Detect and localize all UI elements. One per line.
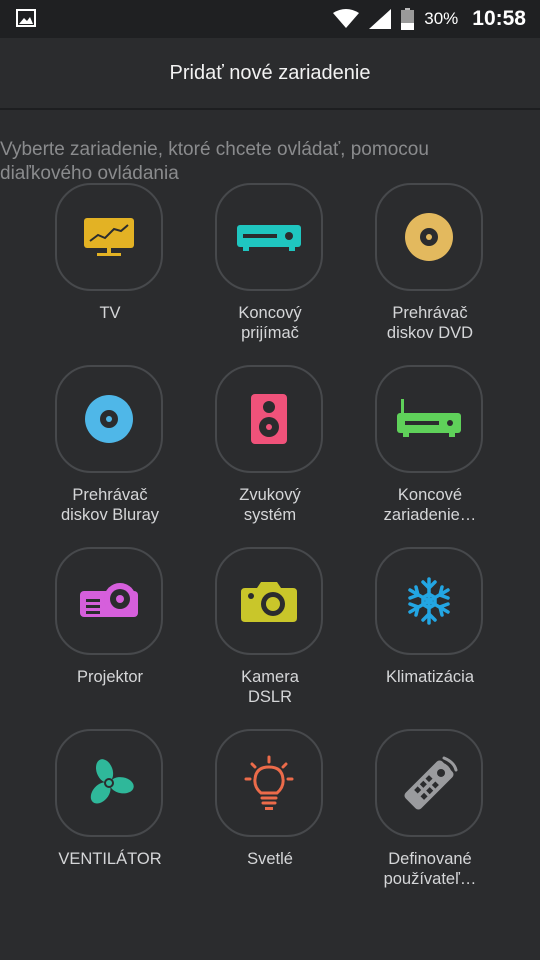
wifi-icon	[333, 9, 360, 29]
battery-percent: 30%	[424, 9, 459, 28]
projector-icon	[80, 581, 138, 621]
device-label: Koncový prijímač	[238, 304, 302, 342]
device-label: Definované používateľ…	[383, 850, 477, 888]
clock: 10:58	[472, 7, 526, 30]
device-button-bluray[interactable]	[55, 365, 163, 473]
status-bar: 30% 10:58	[0, 0, 540, 38]
set-top-box-icon	[237, 221, 301, 253]
app-bar: Pridať nové zariadenie	[0, 38, 540, 110]
device-button-terminal[interactable]	[375, 365, 483, 473]
signal-icon	[369, 9, 392, 29]
device-label: Svetlé	[247, 850, 293, 868]
device-label: Prehrávač diskov Bluray	[60, 486, 160, 524]
device-button-user-defined[interactable]	[375, 729, 483, 837]
device-label: Zvukový systém	[239, 486, 301, 524]
device-label: Klimatizácia	[385, 668, 475, 686]
device-button-set-top-box[interactable]	[215, 183, 323, 291]
device-button-dvd[interactable]	[375, 183, 483, 291]
device-label: VENTILÁTOR	[58, 850, 162, 868]
snowflake-icon	[405, 577, 453, 625]
image-icon	[16, 9, 36, 27]
page-title: Pridať nové zariadenie	[169, 62, 371, 84]
battery-icon	[401, 8, 415, 30]
device-label: TV	[99, 304, 121, 322]
device-button-camera[interactable]	[215, 547, 323, 655]
camera-icon	[241, 580, 297, 622]
device-label: Kamera DSLR	[241, 668, 299, 706]
tv-icon	[83, 217, 135, 257]
device-button-air-conditioning[interactable]	[375, 547, 483, 655]
device-label: Projektor	[76, 668, 144, 686]
speaker-icon	[251, 394, 287, 444]
device-label: Koncové zariadenie…	[383, 486, 477, 524]
light-bulb-icon	[244, 755, 294, 811]
device-label: Prehrávač diskov DVD	[386, 304, 474, 342]
dvd-disc-icon	[404, 212, 454, 262]
device-button-sound-system[interactable]	[215, 365, 323, 473]
router-icon	[397, 399, 461, 439]
device-button-fan[interactable]	[55, 729, 163, 837]
device-button-tv[interactable]	[55, 183, 163, 291]
device-button-light[interactable]	[215, 729, 323, 837]
bluray-disc-icon	[84, 394, 134, 444]
fan-icon	[84, 758, 134, 808]
remote-icon	[400, 754, 458, 812]
instruction-text: Vyberte zariadenie, ktoré chcete ovládať…	[0, 139, 429, 184]
device-button-projector[interactable]	[55, 547, 163, 655]
